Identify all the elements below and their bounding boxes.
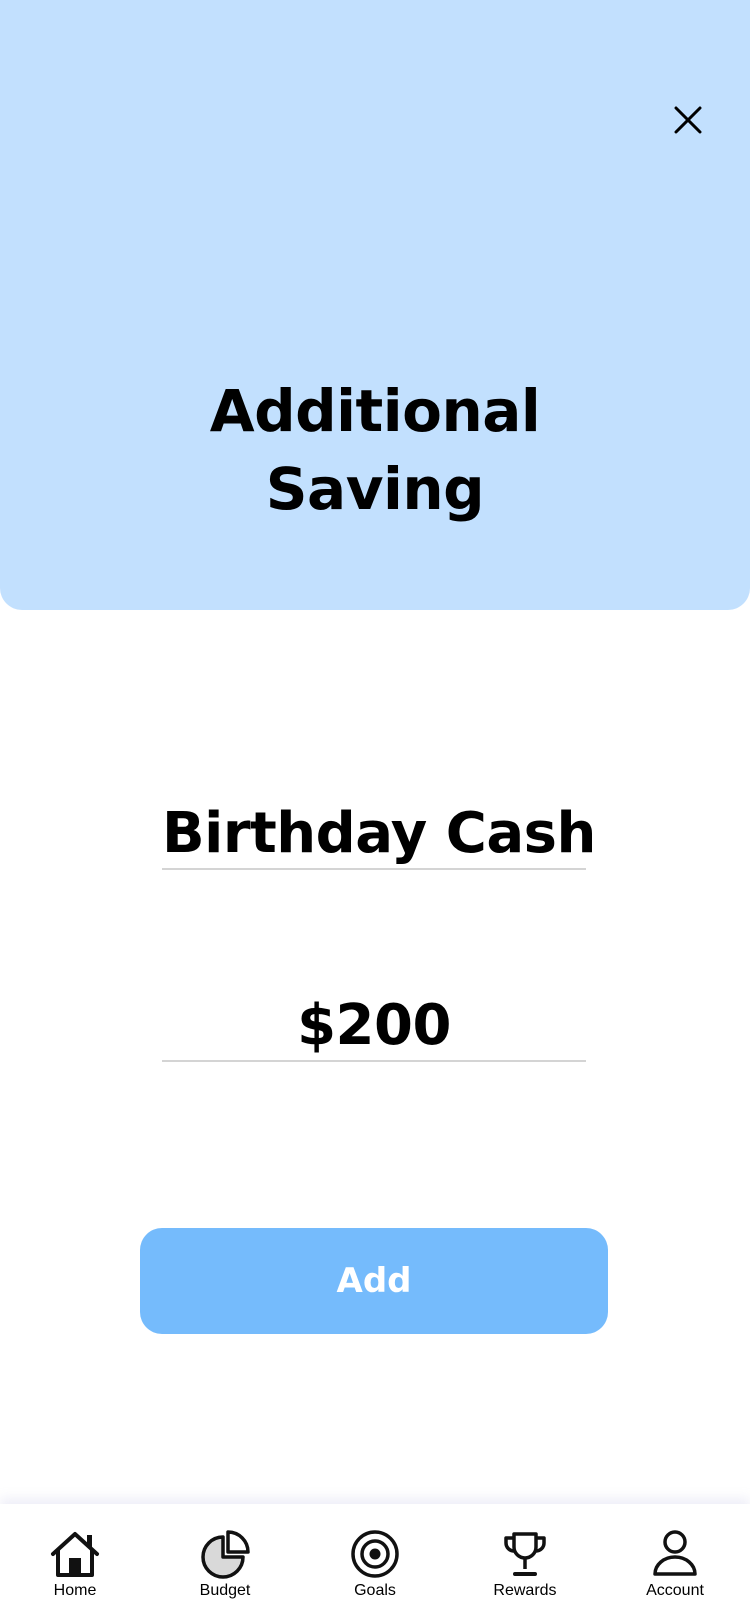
page-title-line-1: Additional [209, 377, 541, 445]
tab-budget[interactable]: Budget [150, 1504, 300, 1624]
bottom-tab-bar: Home Budget Goals Rewards Account [0, 1504, 750, 1624]
saving-name-field[interactable]: Birthday Cash [162, 800, 596, 870]
tab-home[interactable]: Home [0, 1504, 150, 1624]
home-icon [47, 1528, 103, 1580]
page-title-line-2: Saving [265, 455, 485, 523]
tab-home-label: Home [53, 1582, 97, 1599]
saving-amount-field[interactable]: $200 [162, 992, 586, 1062]
tab-account[interactable]: Account [600, 1504, 750, 1624]
tab-goals[interactable]: Goals [300, 1504, 450, 1624]
close-icon [674, 106, 702, 134]
trophy-icon [497, 1528, 553, 1580]
tab-rewards-label: Rewards [493, 1582, 557, 1599]
pie-chart-icon [197, 1528, 253, 1580]
header-panel: Additional Saving [0, 0, 750, 610]
add-button[interactable]: Add [140, 1228, 608, 1334]
close-button[interactable] [660, 92, 716, 148]
tab-goals-label: Goals [354, 1582, 396, 1599]
target-icon [347, 1528, 403, 1580]
page-title: Additional Saving [0, 372, 750, 528]
tab-rewards[interactable]: Rewards [450, 1504, 600, 1624]
tab-budget-label: Budget [199, 1582, 251, 1599]
person-icon [647, 1528, 703, 1580]
tab-account-label: Account [646, 1582, 704, 1599]
